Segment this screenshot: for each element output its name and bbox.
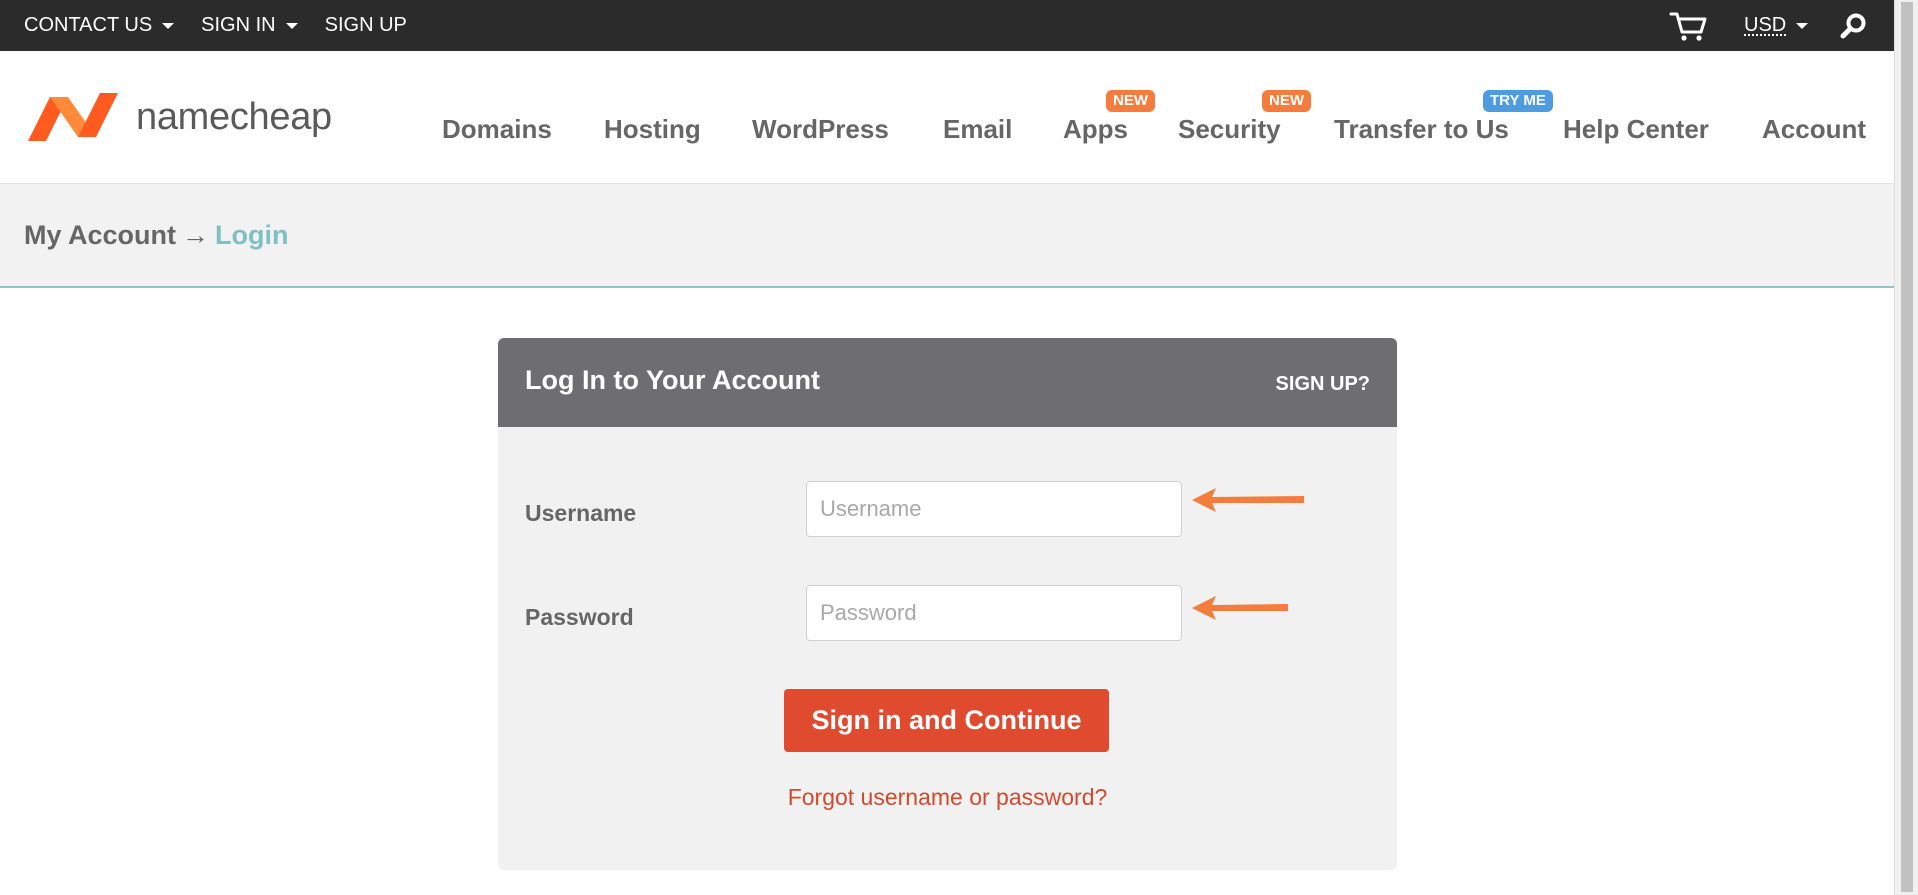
logo-text: namecheap	[136, 95, 332, 138]
sign-in-menu[interactable]: SIGN IN	[201, 14, 298, 37]
new-badge: NEW	[1106, 90, 1155, 112]
scrollbar-thumb[interactable]	[1901, 2, 1913, 892]
password-label: Password	[525, 604, 634, 630]
breadcrumb-bar: My Account → Login	[0, 184, 1894, 288]
contact-us-label: CONTACT US	[24, 14, 153, 36]
currency-selector[interactable]: USD	[1744, 0, 1809, 51]
try-me-badge: TRY ME	[1483, 90, 1553, 112]
logo-mark-icon	[28, 93, 118, 141]
vertical-scrollbar[interactable]	[1894, 0, 1918, 895]
new-badge: NEW	[1262, 90, 1311, 112]
top-bar: CONTACT US SIGN IN SIGN UP USD	[0, 0, 1894, 51]
namecheap-logo[interactable]: namecheap	[24, 89, 332, 145]
sign-up-label: SIGN UP	[324, 14, 407, 36]
login-card-header: Log In to Your Account SIGN UP?	[498, 338, 1397, 427]
nav-email[interactable]: Email	[943, 114, 1012, 145]
sign-up-link[interactable]: SIGN UP	[325, 14, 407, 37]
chevron-down-icon	[285, 22, 298, 29]
login-title: Log In to Your Account	[525, 365, 820, 395]
breadcrumb-parent[interactable]: My Account	[24, 220, 176, 250]
pointer-arrow-icon	[1192, 488, 1304, 512]
cart-icon[interactable]	[1669, 10, 1709, 42]
breadcrumb-separator: →	[182, 220, 210, 250]
breadcrumb: My Account → Login	[24, 220, 289, 251]
contact-us-menu[interactable]: CONTACT US	[24, 14, 175, 37]
nav-wordpress[interactable]: WordPress	[752, 114, 889, 145]
nav-transfer[interactable]: Transfer to Us	[1334, 114, 1509, 145]
nav-hosting[interactable]: Hosting	[604, 114, 701, 145]
top-links: CONTACT US SIGN IN SIGN UP	[24, 0, 434, 51]
username-input[interactable]	[806, 481, 1182, 537]
search-icon[interactable]	[1840, 12, 1868, 40]
sign-up-link[interactable]: SIGN UP?	[1276, 373, 1370, 396]
nav-domains[interactable]: Domains	[442, 114, 552, 145]
username-label: Username	[525, 500, 637, 526]
chevron-down-icon	[162, 22, 175, 29]
password-input[interactable]	[806, 585, 1182, 641]
nav-help-center[interactable]: Help Center	[1563, 114, 1709, 145]
forgot-credentials-link[interactable]: Forgot username or password?	[498, 784, 1397, 811]
sign-in-button[interactable]: Sign in and Continue	[784, 689, 1109, 752]
nav-security[interactable]: Security	[1178, 114, 1281, 145]
currency-label: USD	[1744, 14, 1787, 36]
breadcrumb-current: Login	[215, 220, 289, 250]
nav-account[interactable]: Account	[1762, 114, 1866, 145]
page: CONTACT US SIGN IN SIGN UP USD namecheap…	[0, 0, 1894, 895]
chevron-down-icon	[1796, 22, 1809, 29]
main-header: namecheap Domains Hosting WordPress Emai…	[0, 51, 1894, 184]
pointer-arrow-icon	[1192, 596, 1288, 620]
login-card: Log In to Your Account SIGN UP? Username…	[498, 338, 1397, 870]
sign-in-label: SIGN IN	[201, 14, 276, 36]
nav-apps[interactable]: Apps	[1063, 114, 1128, 145]
